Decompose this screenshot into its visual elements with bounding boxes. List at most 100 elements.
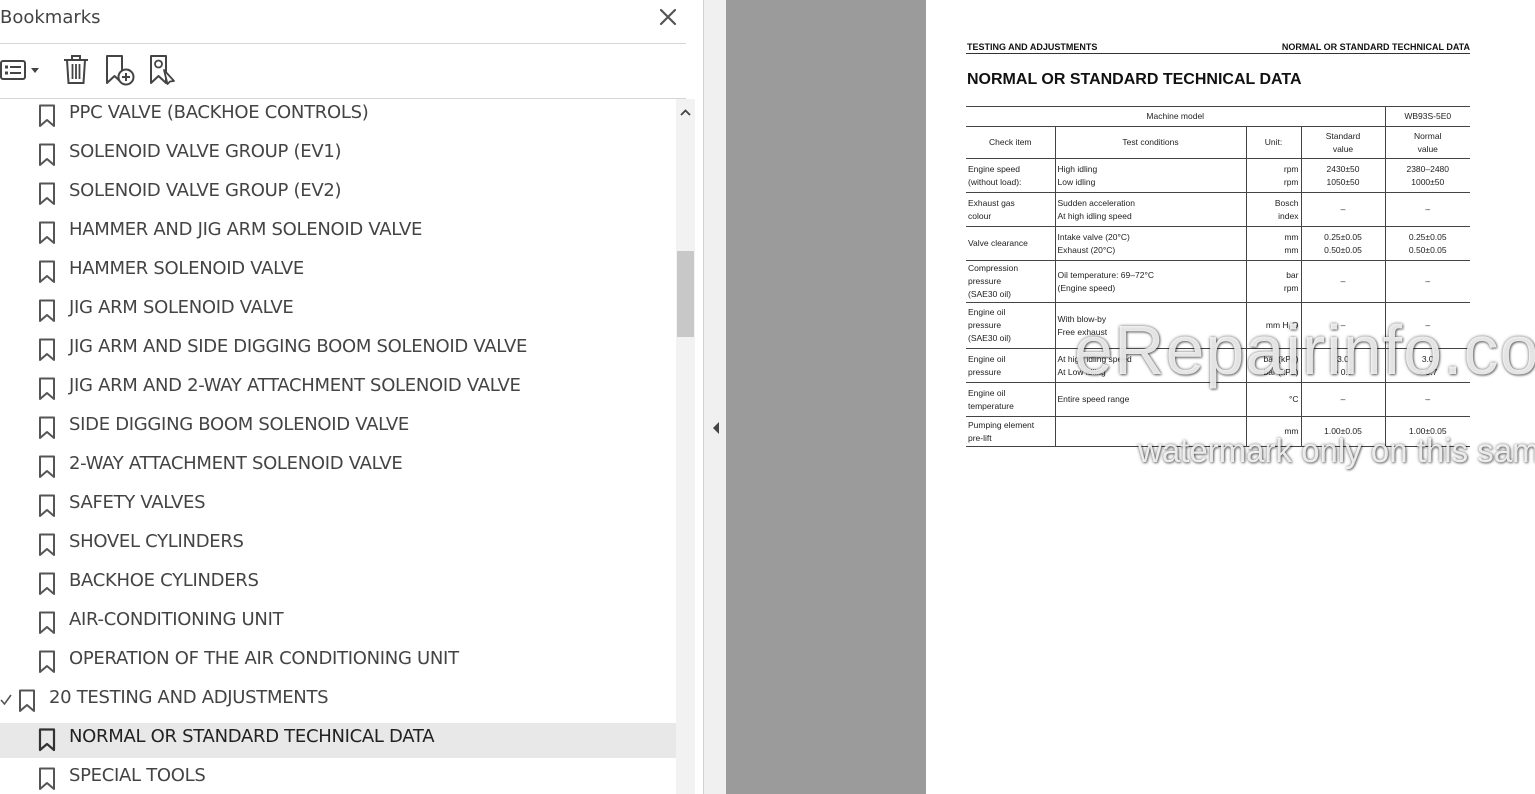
- panel-header: Bookmarks: [0, 0, 703, 44]
- bookmark-label: SPECIAL TOOLS: [69, 765, 206, 786]
- bookmark-label: JIG ARM SOLENOID VALVE: [69, 297, 294, 318]
- bookmark-label: SHOVEL CYLINDERS: [69, 531, 244, 552]
- bookmark-icon: [39, 260, 55, 283]
- bookmark-item-parent[interactable]: 20 TESTING AND ADJUSTMENTS: [0, 684, 676, 719]
- row-normal-value: –: [1384, 192, 1470, 227]
- panel-title: Bookmarks: [0, 7, 101, 28]
- new-bookmark-button[interactable]: [104, 53, 136, 87]
- bookmark-icon: [39, 416, 55, 439]
- bookmark-label: BACKHOE CYLINDERS: [69, 570, 259, 591]
- bookmarks-panel: Bookmarks PPC VALVE (BACKHOE CONTROLS) S…: [0, 0, 703, 794]
- table-row: Exhaust gas colour Sudden acceleration At h…: [966, 192, 1470, 227]
- bookmark-item[interactable]: SAFETY VALVES: [0, 489, 676, 524]
- find-current-bookmark-button[interactable]: [148, 53, 178, 87]
- document-viewport[interactable]: TESTING AND ADJUSTMENTS NORMAL OR STANDA…: [726, 0, 1535, 794]
- bookmark-icon: [39, 299, 55, 322]
- trash-icon: [64, 55, 88, 84]
- bookmark-item[interactable]: SHOVEL CYLINDERS: [0, 528, 676, 563]
- chevron-up-icon: [680, 109, 691, 116]
- header-rule: [966, 53, 1470, 54]
- bookmark-label: SOLENOID VALVE GROUP (EV2): [69, 180, 342, 201]
- close-icon: [659, 8, 677, 26]
- row-unit: mm H₂O: [1245, 302, 1301, 349]
- bookmark-label: HAMMER SOLENOID VALVE: [69, 258, 304, 279]
- header-check-item: Check item: [966, 126, 1055, 159]
- bookmark-item[interactable]: HAMMER AND JIG ARM SOLENOID VALVE: [0, 216, 676, 251]
- bookmark-item[interactable]: SIDE DIGGING BOOM SOLENOID VALVE: [0, 411, 676, 446]
- row-standard-value: –: [1300, 260, 1385, 303]
- panel-splitter[interactable]: [703, 0, 726, 794]
- header-unit: Unit:: [1245, 126, 1301, 159]
- bookmark-icon: [19, 689, 35, 712]
- row-normal-value: –: [1384, 302, 1470, 349]
- row-check-item: Valve clearance: [966, 226, 1055, 261]
- options-menu-button[interactable]: [0, 53, 44, 87]
- bookmark-item[interactable]: SPECIAL TOOLS: [0, 762, 676, 794]
- bookmark-item[interactable]: JIG ARM AND 2-WAY ATTACHMENT SOLENOID VA…: [0, 372, 676, 407]
- row-check-item: Engine speed (without load):: [966, 158, 1055, 193]
- table-header-row: Machine model WB93S-5E0: [966, 106, 1470, 127]
- bookmark-item[interactable]: SOLENOID VALVE GROUP (EV1): [0, 138, 676, 173]
- bookmark-icon: [39, 533, 55, 556]
- row-test-condition: At high idling speed At Low idling: [1054, 348, 1246, 383]
- table-row: Compression pressure (SAE30 oil) Oil temper…: [966, 260, 1470, 303]
- header-test-conditions: Test conditions: [1054, 126, 1246, 159]
- bookmark-icon: [38, 728, 56, 752]
- bookmark-item[interactable]: HAMMER SOLENOID VALVE: [0, 255, 676, 290]
- row-standard-value: –: [1300, 192, 1385, 227]
- bookmark-item-selected[interactable]: NORMAL OR STANDARD TECHNICAL DATA: [0, 723, 676, 758]
- table-row: Engine oil temperature Entire speed range °…: [966, 382, 1470, 417]
- technical-data-table: Machine model WB93S-5E0 Check item Test …: [966, 106, 1470, 447]
- bookmark-list: PPC VALVE (BACKHOE CONTROLS) SOLENOID VA…: [0, 99, 676, 794]
- bookmark-icon: [39, 767, 55, 790]
- row-check-item: Engine oil pressure (SAE30 oil): [966, 302, 1055, 349]
- bookmarks-toolbar: [0, 44, 703, 98]
- bookmark-label: JIG ARM AND SIDE DIGGING BOOM SOLENOID V…: [69, 336, 528, 357]
- bookmark-label: AIR-CONDITIONING UNIT: [69, 609, 284, 630]
- machine-model-label: Machine model: [966, 106, 1385, 127]
- delete-bookmark-button[interactable]: [62, 53, 90, 87]
- row-normal-value: 3.0 > 0.7: [1384, 348, 1470, 383]
- row-check-item: Engine oil pressure: [966, 348, 1055, 383]
- row-normal-value: 1.00±0.05: [1384, 416, 1470, 447]
- bookmark-item[interactable]: PPC VALVE (BACKHOE CONTROLS): [0, 99, 676, 134]
- collapse-panel-arrow-icon[interactable]: [711, 420, 721, 436]
- bookmark-icon: [39, 611, 55, 634]
- bookmark-label: 20 TESTING AND ADJUSTMENTS: [49, 687, 329, 708]
- table-header-row: Check item Test conditions Unit: Standar…: [966, 126, 1470, 159]
- bookmark-scrollbar[interactable]: [676, 99, 695, 794]
- row-standard-value: 0.25±0.05 0.50±0.05: [1300, 226, 1385, 261]
- row-check-item: Pumping element pre-lift: [966, 416, 1055, 447]
- collapse-chevron-icon[interactable]: [0, 693, 12, 707]
- bookmark-item[interactable]: JIG ARM AND SIDE DIGGING BOOM SOLENOID V…: [0, 333, 676, 368]
- row-test-condition: With blow-by Free exhaust: [1054, 302, 1246, 349]
- table-row: Engine oil pressure At high idling speed At…: [966, 348, 1470, 383]
- bookmark-icon: [39, 221, 55, 244]
- bookmark-icon: [39, 143, 55, 166]
- find-current-bookmark-icon: [150, 55, 175, 85]
- bookmark-item[interactable]: OPERATION OF THE AIR CONDITIONING UNIT: [0, 645, 676, 680]
- row-unit: rpm rpm: [1245, 158, 1301, 193]
- page-title: NORMAL OR STANDARD TECHNICAL DATA: [967, 71, 1302, 88]
- bookmark-label: PPC VALVE (BACKHOE CONTROLS): [69, 102, 369, 123]
- row-unit: bar rpm: [1245, 260, 1301, 303]
- bookmark-icon: [39, 338, 55, 361]
- row-check-item: Compression pressure (SAE30 oil): [966, 260, 1055, 303]
- scrollbar-thumb[interactable]: [677, 251, 694, 337]
- bookmark-item[interactable]: JIG ARM SOLENOID VALVE: [0, 294, 676, 329]
- bookmark-item[interactable]: AIR-CONDITIONING UNIT: [0, 606, 676, 641]
- bookmark-icon: [39, 494, 55, 517]
- close-panel-button[interactable]: [655, 4, 681, 30]
- scroll-up-button[interactable]: [676, 105, 695, 121]
- bookmark-label: SIDE DIGGING BOOM SOLENOID VALVE: [69, 414, 409, 435]
- bookmark-label: 2-WAY ATTACHMENT SOLENOID VALVE: [69, 453, 403, 474]
- bookmark-item[interactable]: SOLENOID VALVE GROUP (EV2): [0, 177, 676, 212]
- bookmark-icon: [39, 377, 55, 400]
- list-options-icon: [0, 60, 39, 80]
- row-unit: °C: [1245, 382, 1301, 417]
- table-row: Valve clearance Intake valve (20°C) Exhaus…: [966, 226, 1470, 261]
- table-row: Engine oil pressure (SAE30 oil) With blow-b…: [966, 302, 1470, 349]
- bookmark-item[interactable]: 2-WAY ATTACHMENT SOLENOID VALVE: [0, 450, 676, 485]
- bookmark-item[interactable]: BACKHOE CYLINDERS: [0, 567, 676, 602]
- row-test-condition: High idling Low idling: [1054, 158, 1246, 193]
